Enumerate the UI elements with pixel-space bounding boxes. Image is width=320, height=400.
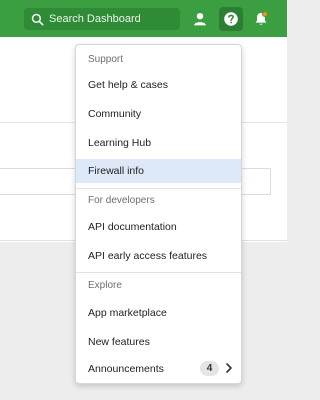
menu-divider bbox=[76, 188, 241, 189]
menu-item-firewall-info[interactable]: Firewall info bbox=[76, 159, 241, 183]
help-icon bbox=[224, 12, 238, 26]
notifications-button[interactable] bbox=[251, 9, 271, 29]
section-developers-label: For developers bbox=[88, 195, 155, 206]
menu-item-announcements[interactable]: Announcements 4 bbox=[76, 355, 241, 382]
search-input[interactable]: Search Dashboard bbox=[24, 8, 180, 30]
section-explore-label: Explore bbox=[88, 280, 122, 291]
search-placeholder: Search Dashboard bbox=[49, 13, 141, 25]
user-icon bbox=[194, 13, 206, 26]
search-icon bbox=[31, 13, 44, 25]
chevron-right-icon bbox=[226, 363, 232, 373]
menu-item-community[interactable]: Community bbox=[76, 102, 241, 126]
menu-item-app-marketplace[interactable]: App marketplace bbox=[76, 301, 241, 325]
top-bar: Search Dashboard bbox=[0, 0, 287, 37]
announcements-count-badge: 4 bbox=[200, 361, 219, 376]
menu-item-get-help[interactable]: Get help & cases bbox=[76, 73, 241, 97]
section-support-label: Support bbox=[88, 54, 124, 65]
announcements-label: Announcements bbox=[88, 362, 164, 375]
user-menu-button[interactable] bbox=[190, 9, 210, 29]
menu-item-learning-hub[interactable]: Learning Hub bbox=[76, 131, 241, 155]
menu-item-api-early-access[interactable]: API early access features bbox=[76, 244, 241, 268]
menu-divider bbox=[76, 272, 241, 273]
help-menu-button[interactable] bbox=[219, 7, 243, 31]
menu-item-api-documentation[interactable]: API documentation bbox=[76, 215, 241, 239]
menu-item-new-features[interactable]: New features bbox=[76, 330, 241, 354]
notification-dot bbox=[262, 11, 268, 17]
help-dropdown-menu: Support Get help & cases Community Learn… bbox=[75, 44, 242, 384]
